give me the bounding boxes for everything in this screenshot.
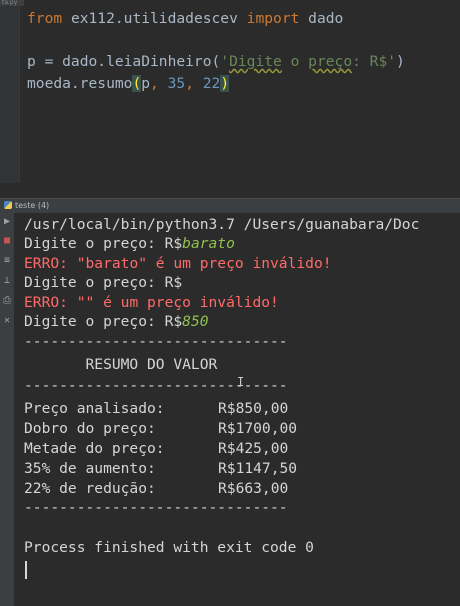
call-expression: p = dado.leiaDinheiro( (27, 53, 221, 70)
print-icon[interactable]: ⎙ (1, 295, 13, 307)
code-line-import[interactable]: from ex112.utilidadescev import dado (27, 10, 343, 28)
summary-row: Metade do preço: R$425,00 (24, 439, 288, 459)
stop-icon[interactable]: ■ (1, 235, 13, 247)
code-line-summary[interactable]: moeda.resumo(p, 35, 22) (27, 75, 230, 93)
keyword-from: from (27, 10, 63, 27)
string-quote: ' (220, 53, 230, 70)
row-value: R$1700,00 (218, 420, 298, 437)
console-prompt: Digite o preço: R$barato (24, 234, 235, 254)
close-paren-highlight: ) (220, 75, 230, 92)
rerun-icon[interactable]: ▶ (1, 216, 13, 228)
user-input: barato (182, 235, 235, 252)
row-label: Preço analisado: (24, 400, 165, 417)
exit-message: Process finished with exit code 0 (24, 539, 314, 556)
keyword-import: import (246, 10, 300, 27)
row-label: Metade do preço: (24, 440, 165, 457)
row-value: R$425,00 (218, 440, 289, 457)
console-rule: ------------------------------ (24, 377, 288, 394)
line-gutter (0, 6, 20, 183)
close-paren: ) (396, 53, 405, 70)
call-name: moeda.resumo (27, 75, 133, 92)
summary-title: RESUMO DO VALOR (24, 356, 218, 373)
console-prompt: Digite o preço: R$ (24, 274, 183, 291)
text-caret (25, 561, 27, 579)
number-22: 22 (202, 75, 221, 92)
console-rule: ------------------------------ (24, 499, 288, 516)
row-label: Dobro do preço: (24, 420, 156, 437)
row-value: R$1147,50 (218, 460, 298, 477)
string-word-typo: preço (308, 53, 353, 70)
console-error: ERRO: "" é um preço inválido! (24, 293, 279, 313)
error-label: ERRO: (24, 255, 68, 272)
comma: , (185, 75, 203, 92)
open-paren-highlight: ( (132, 75, 142, 92)
arg-p: p (141, 75, 151, 92)
error-label: ERRO: (24, 294, 68, 311)
string-end: : R$' (352, 53, 397, 70)
summary-row: 22% de redução: R$663,00 (24, 479, 288, 499)
run-side-toolbar: ▶ ■ ≡ ⊥ ⎙ ✕ (0, 213, 14, 606)
summary-row: Preço analisado: R$850,00 (24, 399, 288, 419)
code-line-read-money[interactable]: p = dado.leiaDinheiro('Digite o preço: R… (27, 53, 405, 71)
row-label: 22% de redução: (24, 480, 156, 497)
row-value: R$850,00 (218, 400, 289, 417)
error-text: "barato" é um preço inválido! (67, 255, 332, 272)
summary-row: 35% de aumento: R$1147,50 (24, 459, 297, 479)
run-tab[interactable]: teste (4) (4, 200, 49, 212)
string-middle: o (281, 53, 309, 70)
module-name: ex112.utilidadescev (62, 10, 247, 27)
imported-name: dado (299, 10, 344, 27)
console-error: ERRO: "barato" é um preço inválido! (24, 254, 332, 274)
user-input: 850 (182, 313, 209, 330)
console-rule: ------------------------------ (24, 333, 288, 350)
pin-icon[interactable]: ⊥ (1, 275, 13, 287)
console-prompt: Digite o preço: R$850 (24, 312, 209, 332)
row-label: 35% de aumento: (24, 460, 156, 477)
console-output[interactable]: /usr/local/bin/python3.7 /Users/guanabar… (14, 213, 460, 606)
run-tool-window-header: teste (4) (0, 198, 460, 213)
number-35: 35 (167, 75, 186, 92)
console-command: /usr/local/bin/python3.7 /Users/guanabar… (24, 216, 420, 233)
code-editor[interactable]: ta.py from ex112.utilidadescev import da… (0, 0, 460, 183)
trash-icon[interactable]: ✕ (1, 315, 13, 327)
prompt-text: Digite o preço: R$ (24, 235, 183, 252)
run-tab-label: teste (4) (15, 201, 50, 210)
soft-wrap-icon[interactable]: ≡ (1, 255, 13, 267)
summary-row: Dobro do preço: R$1700,00 (24, 419, 297, 439)
error-text: "" é um preço inválido! (67, 294, 279, 311)
comma: , (150, 75, 168, 92)
string-word-typo: Digite (229, 53, 282, 70)
prompt-text: Digite o preço: R$ (24, 313, 183, 330)
python-file-icon (4, 201, 12, 209)
row-value: R$663,00 (218, 480, 289, 497)
mouse-cursor-ibeam: I (237, 375, 245, 389)
